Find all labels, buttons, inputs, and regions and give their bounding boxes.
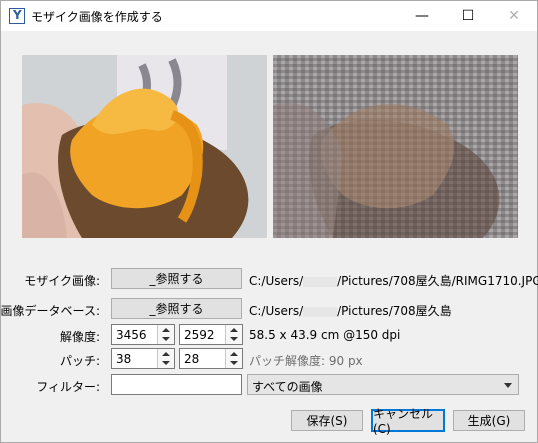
patch-height-spinner[interactable]: 28: [179, 348, 243, 369]
filter-select-value: すべての画像: [252, 380, 323, 394]
image-database-path: C:/Users//Pictures/708屋久島: [249, 304, 452, 318]
down-arrow-icon[interactable]: [162, 361, 170, 365]
close-button[interactable]: ✕: [491, 1, 537, 31]
patch-label: パッチ:: [59, 354, 100, 368]
patch-height-value: 28: [184, 352, 200, 366]
redacted-username: [303, 306, 338, 317]
resolution-height-value: 2592: [184, 328, 215, 342]
chevron-down-icon: [504, 383, 512, 388]
down-arrow-icon[interactable]: [162, 337, 170, 341]
down-arrow-icon[interactable]: [230, 361, 238, 365]
title-bar: Y モザイク画像を作成する — ☐ ✕: [1, 1, 537, 31]
filter-label: フィルター:: [36, 380, 100, 394]
patch-width-value: 38: [116, 352, 132, 366]
down-arrow-icon[interactable]: [230, 337, 238, 341]
resolution-height-arrows[interactable]: [225, 325, 242, 344]
resolution-label: 解像度:: [59, 330, 100, 344]
maximize-icon: ☐: [461, 8, 475, 24]
close-icon: ✕: [508, 8, 520, 24]
browse-image-database-label: _参照する: [149, 302, 204, 316]
resolution-width-value: 3456: [116, 328, 147, 342]
minimize-icon: —: [415, 8, 429, 24]
window-title: モザイク画像を作成する: [31, 10, 163, 24]
filter-input[interactable]: [111, 374, 242, 395]
cancel-label: キャンセル(C): [373, 407, 434, 436]
resolution-info: 58.5 x 43.9 cm @150 dpi: [249, 328, 401, 342]
patch-resolution-info: パッチ解像度: 90 px: [249, 354, 363, 368]
generate-button[interactable]: 生成(G): [453, 410, 525, 431]
image-database-label: 画像データベース:: [0, 304, 100, 318]
app-icon: Y: [9, 8, 25, 24]
save-button[interactable]: 保存(S): [291, 410, 363, 431]
mosaic-dialog: Y モザイク画像を作成する — ☐ ✕ モザイク画像: _参照する C:/Use…: [0, 0, 538, 443]
up-arrow-icon[interactable]: [230, 352, 238, 356]
browse-mosaic-image-label: _参照する: [149, 272, 204, 286]
source-image: [22, 55, 267, 238]
generate-label: 生成(G): [467, 414, 511, 428]
up-arrow-icon[interactable]: [162, 328, 170, 332]
up-arrow-icon[interactable]: [230, 328, 238, 332]
up-arrow-icon[interactable]: [162, 352, 170, 356]
mosaic-image-label: モザイク画像:: [24, 274, 100, 288]
save-label: 保存(S): [306, 414, 348, 428]
browse-image-database-button[interactable]: _参照する: [111, 298, 242, 319]
mosaic-image-path: C:/Users//Pictures/708屋久島/RIMG1710.JPG: [249, 274, 538, 288]
patch-height-arrows[interactable]: [225, 349, 242, 368]
patch-width-spinner[interactable]: 38: [111, 348, 175, 369]
patch-width-arrows[interactable]: [157, 349, 174, 368]
resolution-width-spinner[interactable]: 3456: [111, 324, 175, 345]
minimize-button[interactable]: —: [399, 1, 445, 31]
mosaic-preview-illustration: [273, 55, 518, 238]
redacted-username: [303, 276, 338, 287]
source-photo-illustration: [22, 55, 267, 238]
filter-select[interactable]: すべての画像: [247, 374, 519, 395]
browse-mosaic-image-button[interactable]: _参照する: [111, 268, 242, 289]
cancel-button[interactable]: キャンセル(C): [371, 407, 445, 436]
resolution-height-spinner[interactable]: 2592: [179, 324, 243, 345]
resolution-width-arrows[interactable]: [157, 325, 174, 344]
maximize-button[interactable]: ☐: [445, 1, 491, 31]
mosaic-preview-image: [273, 55, 518, 238]
